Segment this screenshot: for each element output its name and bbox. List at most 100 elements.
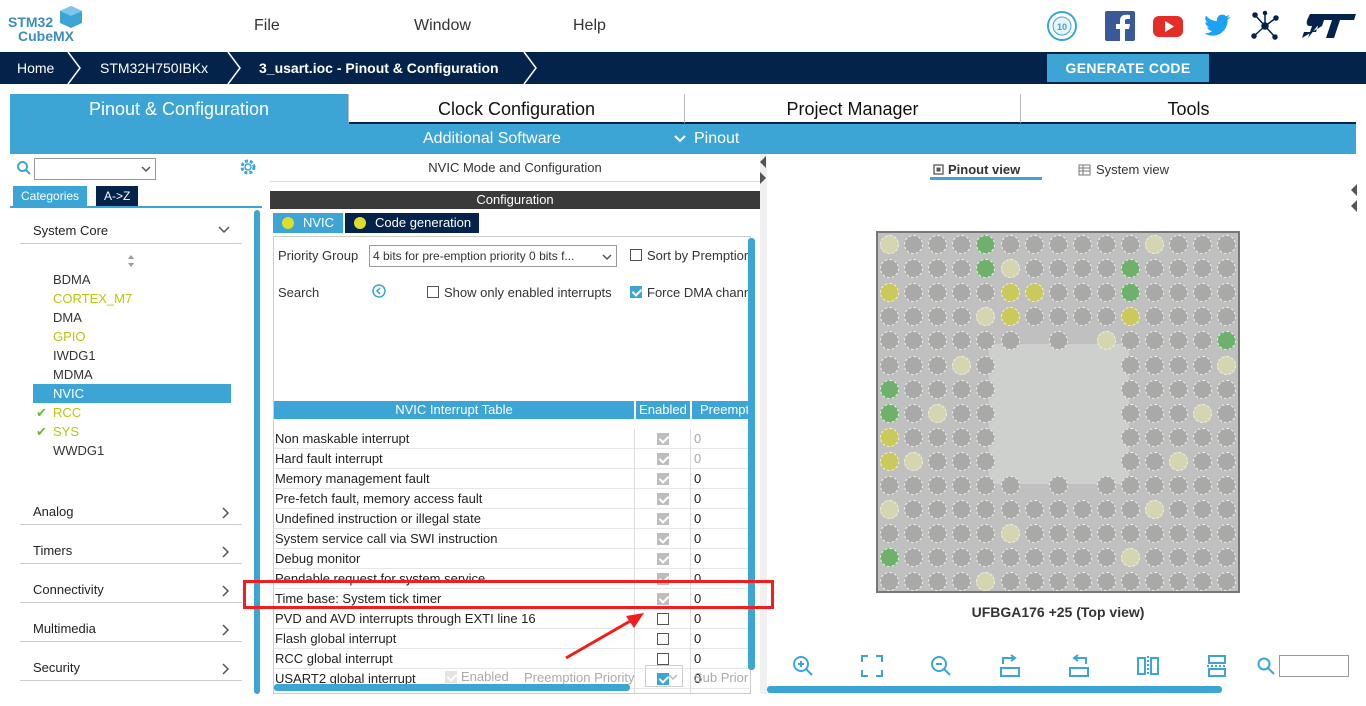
chip-pin[interactable] (1169, 379, 1189, 399)
chip-pin[interactable] (1169, 548, 1189, 568)
chip-pin[interactable] (1048, 572, 1068, 592)
chip-pin[interactable] (904, 476, 924, 495)
chip-pin[interactable] (952, 524, 972, 544)
chip-pin[interactable] (1217, 283, 1237, 303)
chip-pin[interactable] (1096, 283, 1116, 303)
sort-by-premption-checkbox[interactable] (630, 249, 642, 261)
chip-pin[interactable] (1217, 451, 1237, 471)
chip-pin[interactable] (904, 427, 924, 447)
chip-pin[interactable] (1000, 572, 1020, 592)
chip-pin[interactable] (1121, 307, 1140, 327)
chip-pin[interactable] (1217, 500, 1237, 520)
chip-pin[interactable] (1145, 235, 1165, 254)
preemption-priority-value[interactable]: 0 (690, 549, 750, 569)
chip-pin[interactable] (976, 572, 996, 592)
chip-pin[interactable] (928, 548, 948, 568)
chip-pin[interactable] (1193, 500, 1213, 520)
chip-pin[interactable] (1121, 403, 1140, 423)
chip-pin[interactable] (1193, 307, 1213, 327)
category-timers[interactable]: Timers (20, 536, 242, 564)
panel-splitter[interactable] (760, 154, 767, 694)
table-row[interactable]: Hard fault interrupt 0 (274, 449, 749, 469)
chip-pin[interactable] (952, 235, 972, 254)
show-enabled-checkbox[interactable] (427, 286, 439, 298)
chip-pin[interactable] (976, 307, 996, 327)
chip-pin[interactable] (928, 500, 948, 520)
chip-pin[interactable] (1145, 283, 1165, 303)
chip-pin[interactable] (1145, 403, 1165, 423)
collapse-arrows-icon[interactable] (760, 156, 767, 184)
chip-pin[interactable] (1096, 259, 1116, 279)
category-analog[interactable]: Analog (20, 497, 242, 525)
breadcrumb-project[interactable]: 3_usart.ioc - Pinout & Configuration (259, 52, 499, 84)
chip-pin[interactable] (880, 259, 899, 279)
menu-help[interactable]: Help (573, 17, 606, 35)
chip-pin[interactable] (1121, 331, 1140, 351)
chip-pin[interactable] (928, 355, 948, 375)
chip-pin[interactable] (928, 283, 948, 303)
chip-pin[interactable] (880, 379, 899, 399)
gear-icon[interactable] (239, 158, 257, 176)
chip-pin[interactable] (1217, 427, 1237, 447)
pinout-horizontal-scrollbar[interactable] (767, 686, 1222, 693)
table-row[interactable]: Debug monitor 0 (274, 549, 749, 569)
search-back-icon[interactable] (372, 284, 386, 298)
tab-pinout-configuration[interactable]: Pinout & Configuration (10, 94, 349, 124)
chip-pin[interactable] (1217, 235, 1237, 254)
chip-pin[interactable] (1121, 379, 1140, 399)
chip-pin[interactable] (1121, 500, 1140, 520)
chip-pin[interactable] (1000, 500, 1020, 520)
chip-pin[interactable] (928, 451, 948, 471)
chip-pin[interactable] (1169, 259, 1189, 279)
sidebar-item-mdma[interactable]: MDMA (33, 365, 231, 384)
chip-pin[interactable] (1145, 548, 1165, 568)
chip-pin[interactable] (880, 500, 899, 520)
chip-pin[interactable] (976, 524, 996, 544)
enabled-checkbox[interactable] (657, 433, 669, 445)
chip-pin[interactable] (1048, 235, 1068, 254)
tab-tools[interactable]: Tools (1021, 94, 1356, 124)
sidebar-item-iwdg1[interactable]: IWDG1 (33, 346, 231, 365)
tab-code-generation[interactable]: Code generation (345, 213, 479, 233)
chip-pin[interactable] (1217, 548, 1237, 568)
chip-pin[interactable] (1145, 500, 1165, 520)
chip-pin[interactable] (1193, 283, 1213, 303)
category-connectivity[interactable]: Connectivity (20, 575, 242, 603)
table-row[interactable]: Non maskable interrupt 0 (274, 429, 749, 449)
enabled-checkbox[interactable] (657, 553, 669, 565)
chip-pin[interactable] (880, 524, 899, 544)
fit-to-screen-icon[interactable] (860, 654, 884, 678)
flip-horizontal-icon[interactable] (1136, 654, 1160, 678)
chip-pin[interactable] (928, 259, 948, 279)
chip-pin[interactable] (1096, 524, 1116, 544)
pinout-menu-button[interactable]: Pinout (694, 124, 739, 154)
chip-pin[interactable] (880, 355, 899, 375)
pin-search-input[interactable] (1279, 655, 1349, 677)
chip-pin[interactable] (904, 548, 924, 568)
chip-pin[interactable] (1169, 500, 1189, 520)
chip-pin[interactable] (928, 379, 948, 399)
preemption-priority-value[interactable]: 0 (690, 469, 750, 489)
chip-pin[interactable] (1217, 403, 1237, 423)
chip-pin[interactable] (1121, 235, 1140, 254)
chip-pin[interactable] (904, 331, 924, 351)
tab-pinout-view[interactable]: Pinout view (930, 160, 1042, 180)
chip-pin[interactable] (928, 572, 948, 592)
chip-pin[interactable] (1096, 548, 1116, 568)
left-scrollbar[interactable] (254, 210, 260, 694)
chip-pin[interactable] (1121, 476, 1140, 495)
chip-pin[interactable] (1072, 307, 1092, 327)
chip-pin[interactable] (1048, 524, 1068, 544)
sidebar-item-nvic[interactable]: NVIC (33, 384, 231, 403)
category-security[interactable]: Security (20, 653, 242, 681)
chip-pin[interactable] (1217, 476, 1237, 495)
chip-pin[interactable] (1121, 572, 1140, 592)
chip-pin[interactable] (1169, 355, 1189, 375)
chip-pin[interactable] (880, 572, 899, 592)
anniversary-badge-icon[interactable]: 10 (1046, 10, 1078, 42)
chip-package-diagram[interactable] (876, 231, 1240, 593)
chip-pin[interactable] (928, 403, 948, 423)
zoom-in-icon[interactable] (791, 654, 815, 678)
chip-pin[interactable] (1169, 307, 1189, 327)
chip-pin[interactable] (952, 403, 972, 423)
